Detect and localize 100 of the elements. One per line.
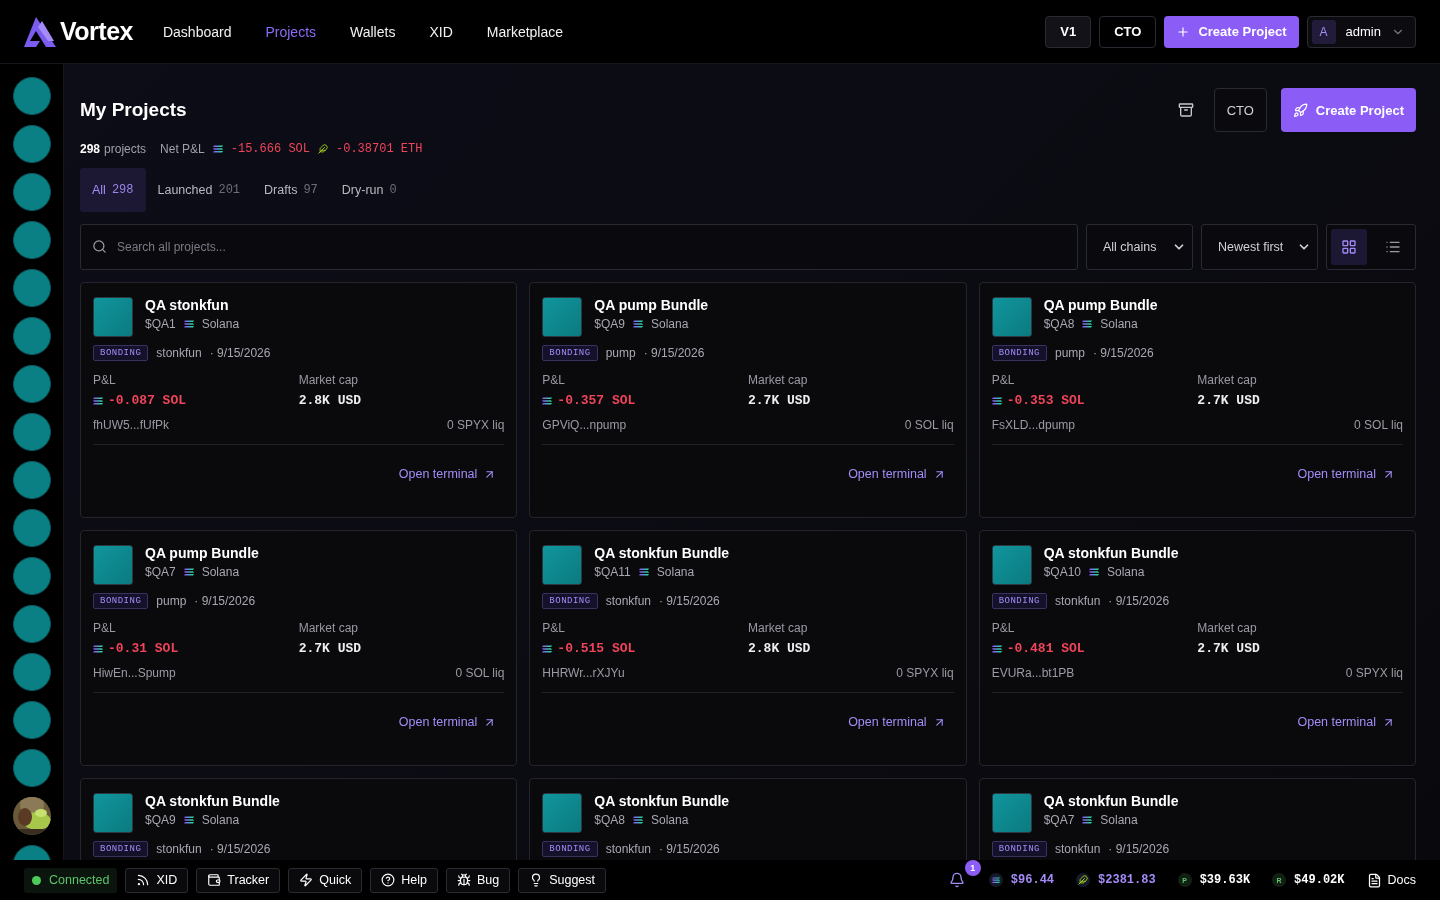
status-button[interactable]: Suggest	[518, 867, 606, 893]
open-terminal-link[interactable]: Open terminal	[848, 715, 946, 729]
token-avatar[interactable]	[12, 365, 51, 403]
token-avatar[interactable]	[12, 317, 51, 355]
project-name: QA pump Bundle	[145, 545, 259, 561]
search-icon	[92, 239, 107, 254]
bug-icon	[456, 873, 471, 887]
version-button[interactable]: V1	[1045, 15, 1092, 48]
status-button[interactable]: Tracker	[196, 867, 281, 893]
filter-tab[interactable]: Dry-run 0	[329, 168, 409, 212]
token-image	[93, 793, 133, 833]
stripes-icon	[93, 396, 103, 405]
chain-name: Solana	[1107, 565, 1145, 579]
price-value: $49.02K	[1294, 873, 1345, 887]
document-icon	[1366, 872, 1382, 888]
token-avatar[interactable]	[12, 701, 51, 739]
stripes-icon	[638, 568, 649, 576]
market-cap-label: Market cap	[298, 621, 359, 635]
nav-link[interactable]: Wallets	[350, 23, 396, 40]
status-button[interactable]: XID	[125, 867, 189, 893]
project-card[interactable]: QA stonkfun Bundle $QA10 Solana BONDING stonkfun · 9/15/2026 P&L Market cap -0.481 SOL 2.7K USD EVURa...bt1PB 0 SPYX liq Open terminal	[978, 530, 1416, 766]
status-badge: BONDING	[991, 593, 1047, 609]
market-cap-label: Market cap	[298, 373, 359, 387]
token-avatar[interactable]	[12, 509, 51, 547]
project-card[interactable]: QA stonkfun $QA1 Solana BONDING stonkfun · 9/15/2026 P&L Market cap -0.087 SOL 2.8K USD fhUW5...fUfPk 0 SPYX liq Open terminal	[80, 282, 518, 518]
status-button[interactable]: Quick	[288, 867, 363, 893]
status-button[interactable]: Help	[370, 867, 438, 893]
project-card[interactable]: QA stonkfun Bundle $QA8 Solana BONDING stonkfun · 9/15/2026	[529, 778, 967, 860]
grid-view-button[interactable]	[1331, 229, 1367, 265]
sort-select[interactable]: Newest first	[1201, 224, 1318, 270]
nav-link[interactable]: Projects	[265, 23, 317, 40]
project-card[interactable]: QA stonkfun Bundle $QA11 Solana BONDING stonkfun · 9/15/2026 P&L Market cap -0.515 SOL 2.8K USD HHRWr...rXJYu 0 SPYX liq Open terminal	[529, 530, 967, 766]
token-avatar[interactable]	[12, 77, 51, 115]
status-badge: BONDING	[93, 345, 149, 361]
cto-button[interactable]: CTO	[1213, 88, 1267, 132]
pnl-value: -0.353 SOL	[1006, 393, 1085, 408]
rss-icon	[136, 873, 151, 887]
chain-name: Solana	[201, 317, 240, 331]
market-cap-value: 2.8K USD	[298, 393, 363, 408]
market-cap-value: 2.7K USD	[1197, 641, 1261, 656]
project-card[interactable]: QA stonkfun Bundle $QA7 Solana BONDING stonkfun · 9/15/2026	[978, 778, 1416, 860]
token-avatar[interactable]	[12, 653, 51, 691]
stripes-icon	[93, 644, 103, 653]
token-avatar[interactable]	[12, 173, 51, 211]
stripes-icon	[991, 876, 1000, 884]
nav-link[interactable]: Marketplace	[486, 23, 564, 40]
open-terminal-link[interactable]: Open terminal	[1297, 715, 1395, 729]
price-value: $2381.83	[1098, 873, 1156, 887]
user-menu[interactable]: A admin	[1306, 15, 1416, 48]
project-date: · 9/15/2026	[659, 594, 720, 608]
search-field[interactable]: Search all projects...	[80, 224, 1078, 270]
ticker: $QA8	[594, 813, 625, 827]
open-terminal-link[interactable]: Open terminal	[398, 467, 497, 481]
create-project-button[interactable]: Create Project	[1280, 88, 1416, 132]
stripes-icon	[542, 644, 553, 653]
token-avatar[interactable]	[12, 557, 51, 595]
project-card[interactable]: QA stonkfun Bundle $QA9 Solana BONDING stonkfun · 9/15/2026	[80, 778, 518, 860]
token-avatar[interactable]	[12, 269, 51, 307]
project-name: QA stonkfun Bundle	[594, 793, 730, 809]
eth-pnl: -0.38701 ETH	[336, 142, 423, 156]
open-terminal-link[interactable]: Open terminal	[398, 715, 497, 729]
token-avatar[interactable]	[12, 749, 51, 787]
open-terminal-link[interactable]: Open terminal	[848, 467, 946, 481]
status-button[interactable]: Bug	[445, 867, 511, 893]
token-avatar[interactable]	[12, 605, 51, 643]
chain-name: Solana	[651, 813, 689, 827]
project-name: QA stonkfun	[145, 297, 230, 313]
cto-button[interactable]: CTO	[1099, 15, 1157, 48]
market-cap-label: Market cap	[1197, 373, 1258, 387]
help-icon	[381, 873, 396, 887]
token-address: HiwEn...Spump	[93, 666, 176, 680]
nav-link[interactable]: Dashboard	[162, 23, 232, 40]
pnl-label: P&L	[991, 373, 1016, 387]
docs-link[interactable]: Docs	[1366, 872, 1416, 888]
token-avatar[interactable]	[12, 221, 51, 259]
stripes-icon	[1089, 568, 1099, 576]
status-badge: BONDING	[93, 593, 149, 609]
pnl-label: Net P&L	[160, 142, 205, 156]
market-cap-label: Market cap	[748, 373, 809, 387]
token-image	[991, 297, 1032, 337]
token-avatar[interactable]	[12, 461, 51, 499]
filter-tab[interactable]: Drafts 97	[252, 168, 330, 212]
token-avatar[interactable]	[12, 413, 51, 451]
stripes-icon	[991, 644, 1002, 653]
create-project-button[interactable]: Create Project	[1164, 15, 1299, 48]
ticker: $QA7	[1043, 813, 1075, 827]
market-cap-value: 2.7K USD	[748, 393, 812, 408]
open-terminal-link[interactable]: Open terminal	[1297, 467, 1395, 481]
project-card[interactable]: QA pump Bundle $QA8 Solana BONDING pump · 9/15/2026 P&L Market cap -0.353 SOL 2.7K USD FsXLD...dpump 0 SOL liq Open terminal	[978, 282, 1416, 518]
project-date: · 9/15/2026	[209, 346, 271, 360]
project-card[interactable]: QA pump Bundle $QA7 Solana BONDING pump · 9/15/2026 P&L Market cap -0.31 SOL 2.7K USD HiwEn...Spump 0 SOL liq Open terminal	[80, 530, 518, 766]
project-card[interactable]: QA pump Bundle $QA9 Solana BONDING pump · 9/15/2026 P&L Market cap -0.357 SOL 2.7K USD GPViQ...npump 0 SOL liq Open terminal	[529, 282, 967, 518]
chain-select[interactable]: All chains	[1086, 224, 1193, 270]
filter-tab[interactable]: All 298	[80, 168, 146, 212]
token-image	[93, 297, 133, 337]
token-image	[542, 297, 583, 337]
nav-link[interactable]: XID	[429, 23, 453, 40]
list-icon	[1385, 239, 1401, 255]
filter-tab[interactable]: Launched 201	[145, 168, 253, 212]
token-avatar[interactable]	[12, 125, 51, 163]
